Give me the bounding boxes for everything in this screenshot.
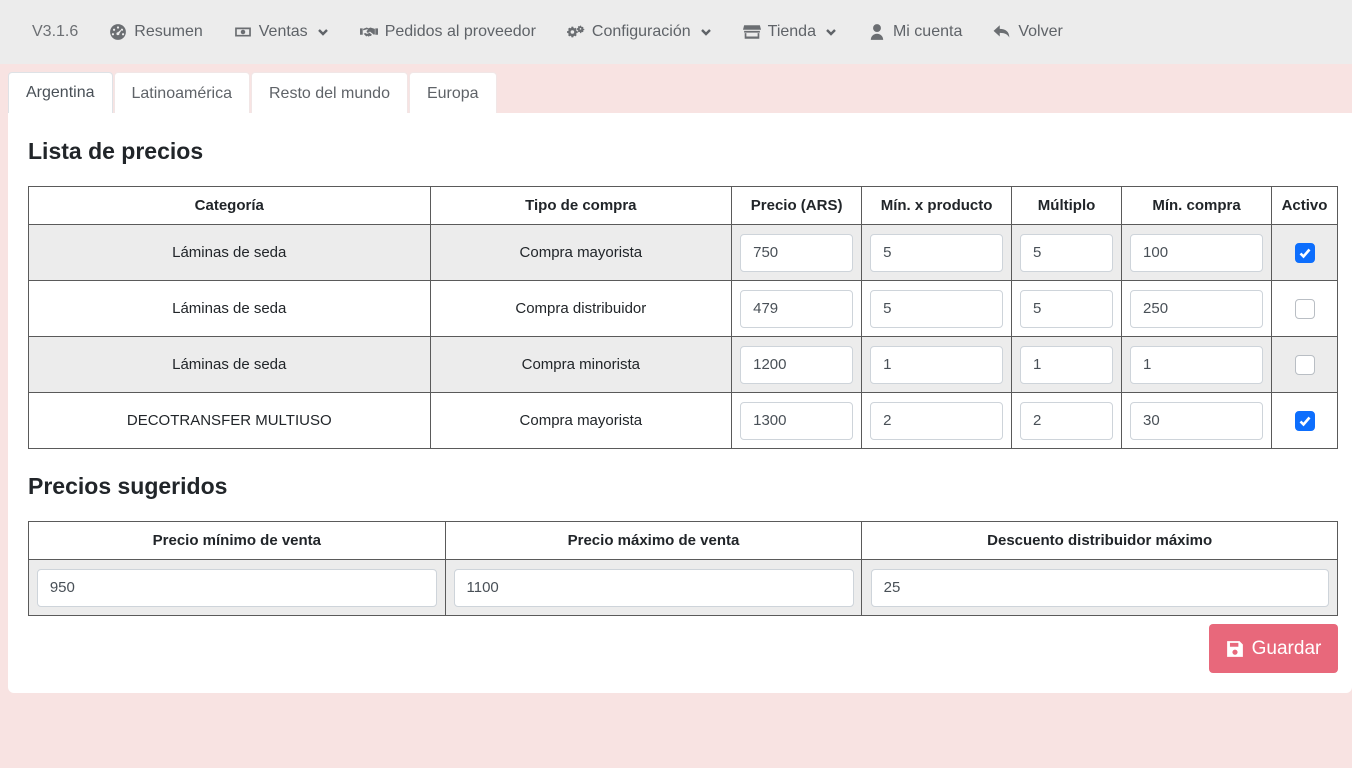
check-icon [1299,248,1310,258]
min-purchase-input[interactable] [1130,233,1264,272]
suggested-prices-title: Precios sugeridos [28,473,228,499]
save-button-label: Guardar [1251,637,1322,659]
min-product-input[interactable] [870,289,1004,328]
chevron-down-icon [700,26,712,38]
gears-icon [566,23,585,41]
header-activo: Activo [1271,186,1338,225]
table-row [28,559,1338,616]
nav-item-tienda[interactable]: Tienda [742,23,837,41]
min-purchase-input[interactable] [1130,345,1264,384]
save-button[interactable]: Guardar [1209,624,1338,673]
tab-latinoamerica[interactable]: Latinoamérica [113,72,250,114]
header-min-compra: Mín. compra [1121,186,1272,225]
money-icon [234,23,252,41]
header-descuento-maximo: Descuento distribuidor máximo [861,521,1338,560]
header-multiplo: Múltiplo [1011,186,1123,225]
table-row: Láminas de seda Compra minorista [28,336,1338,393]
suggested-prices-table: Precio mínimo de venta Precio máximo de … [28,521,1338,616]
min-purchase-input[interactable] [1130,289,1264,328]
tab-europa[interactable]: Europa [408,72,497,114]
cell-purchase-type: Compra mayorista [429,392,733,449]
multiple-input[interactable] [1020,401,1114,440]
cell-category: DECOTRANSFER MULTIUSO [28,392,431,449]
store-icon [742,23,761,41]
nav-item-resumen[interactable]: Resumen [109,23,203,41]
nav-item-configuracion[interactable]: Configuración [566,23,712,41]
active-checkbox[interactable] [1294,410,1315,431]
min-product-input[interactable] [870,345,1004,384]
nav-item-pedidos-proveedor[interactable]: Pedidos al proveedor [359,23,536,41]
nav-item-ventas[interactable]: Ventas [234,23,329,41]
active-checkbox[interactable] [1294,354,1315,375]
header-precio-minimo: Precio mínimo de venta [28,521,446,560]
cell-purchase-type: Compra mayorista [429,224,733,281]
max-distributor-discount-input[interactable] [870,568,1329,607]
min-purchase-input[interactable] [1130,401,1264,440]
cell-purchase-type: Compra distribuidor [429,280,733,337]
chevron-down-icon [825,26,837,38]
check-icon [1299,416,1310,426]
nav-label-mi-cuenta: Mi cuenta [892,23,963,40]
nav-label-pedidos: Pedidos al proveedor [384,23,536,40]
save-icon [1226,640,1244,658]
max-sale-price-input[interactable] [453,568,854,607]
header-categoria: Categoría [28,186,431,225]
cell-purchase-type: Compra minorista [429,336,733,393]
multiple-input[interactable] [1020,233,1114,272]
chevron-down-icon [317,26,329,38]
price-list-table: Categoría Tipo de compra Precio (ARS) Mí… [28,186,1338,449]
price-input[interactable] [740,289,854,328]
header-precio-maximo: Precio máximo de venta [444,521,863,560]
cell-category: Láminas de seda [28,224,431,281]
region-tabs: Argentina Latinoamérica Resto del mundo … [8,72,498,114]
price-input[interactable] [740,345,854,384]
multiple-input[interactable] [1020,345,1114,384]
user-icon [868,23,886,41]
version-label: V3.1.6 [32,23,79,40]
table-row: Láminas de seda Compra distribuidor [28,280,1338,337]
table-header-row: Precio mínimo de venta Precio máximo de … [28,521,1338,560]
dashboard-icon [109,23,127,41]
table-header-row: Categoría Tipo de compra Precio (ARS) Mí… [28,186,1338,225]
tab-argentina[interactable]: Argentina [8,72,113,114]
undo-icon [993,23,1011,41]
content-card: Lista de precios Categoría Tipo de compr… [8,113,1352,693]
active-checkbox[interactable] [1294,298,1315,319]
nav-label-configuracion: Configuración [591,23,691,40]
top-navbar: V3.1.6 Resumen Ventas Pedidos al proveed… [0,0,1352,64]
header-min-producto: Mín. x producto [861,186,1013,225]
min-sale-price-input[interactable] [36,568,437,607]
nav-label-ventas: Ventas [258,23,308,40]
nav-label-resumen: Resumen [134,23,203,40]
handshake-icon [359,23,378,41]
min-product-input[interactable] [870,233,1004,272]
tab-resto-del-mundo[interactable]: Resto del mundo [251,72,408,114]
nav-label-volver: Volver [1018,23,1063,40]
min-product-input[interactable] [870,401,1004,440]
price-input[interactable] [740,233,854,272]
nav-item-mi-cuenta[interactable]: Mi cuenta [868,23,962,41]
cell-category: Láminas de seda [28,280,431,337]
cell-category: Láminas de seda [28,336,431,393]
table-row: DECOTRANSFER MULTIUSO Compra mayorista [28,392,1338,449]
active-checkbox[interactable] [1294,242,1315,263]
price-input[interactable] [740,401,854,440]
nav-label-tienda: Tienda [767,23,816,40]
header-precio: Precio (ARS) [731,186,863,225]
header-tipo-compra: Tipo de compra [429,186,733,225]
table-row: Láminas de seda Compra mayorista [28,224,1338,281]
price-list-title: Lista de precios [28,138,204,164]
nav-item-volver[interactable]: Volver [993,23,1063,41]
multiple-input[interactable] [1020,289,1114,328]
